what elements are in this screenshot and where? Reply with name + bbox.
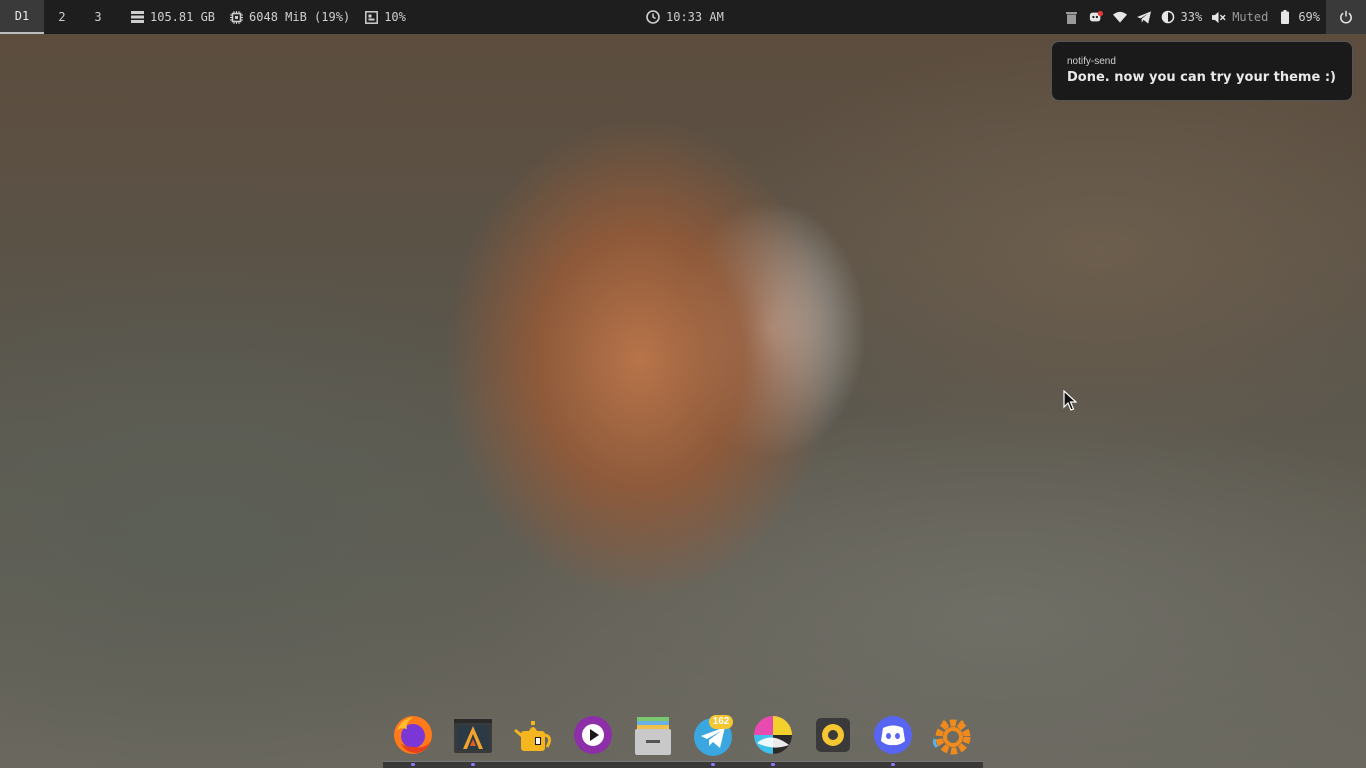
volume-value: Muted: [1232, 10, 1269, 24]
brightness-indicator[interactable]: 33%: [1161, 10, 1203, 24]
system-tray: 33% Muted 69%: [1065, 0, 1320, 34]
volume-muted-icon: [1212, 10, 1226, 24]
cpu-chip-icon: [229, 10, 243, 24]
play-icon: [574, 716, 612, 754]
running-indicator: [471, 763, 475, 766]
trash-icon[interactable]: [1065, 10, 1079, 24]
workspace-1-label: D1: [14, 9, 30, 23]
discord-icon: [874, 716, 912, 754]
memory-value: 6048 MiB (19%): [249, 10, 351, 24]
running-indicator: [411, 763, 415, 766]
dock-app-color-picker[interactable]: [751, 713, 795, 757]
color-picker-icon: [754, 716, 792, 754]
workspace-3-label: 3: [94, 10, 102, 24]
disk-usage: 105.81 GB: [130, 10, 215, 24]
memory-usage: 6048 MiB (19%): [229, 10, 350, 24]
workspace-3[interactable]: 3: [80, 0, 116, 34]
workspace-2[interactable]: 2: [44, 0, 80, 34]
power-button[interactable]: [1326, 0, 1366, 34]
dock-app-alacritty[interactable]: [451, 713, 495, 757]
battery-value: 69%: [1298, 10, 1320, 24]
disk-value: 105.81 GB: [150, 10, 216, 24]
running-indicator: [711, 763, 715, 766]
dock: 162: [383, 707, 983, 768]
wifi-icon[interactable]: [1112, 10, 1127, 24]
battery-icon: [1278, 10, 1292, 24]
dock-app-firefox[interactable]: [391, 713, 435, 757]
clock-icon: [646, 10, 660, 24]
running-indicator: [891, 763, 895, 766]
file-manager-icon: [635, 717, 671, 755]
volume-indicator[interactable]: Muted: [1212, 10, 1268, 24]
telegram-tray-icon[interactable]: [1136, 10, 1151, 24]
settings-gear-icon: [932, 719, 971, 755]
cpu-value: 10%: [384, 10, 406, 24]
dock-app-settings[interactable]: [931, 713, 975, 757]
dock-app-teapot[interactable]: [511, 713, 555, 757]
clock[interactable]: 10:33 AM: [646, 0, 724, 34]
battery-indicator[interactable]: 69%: [1278, 10, 1320, 24]
dock-app-discord[interactable]: [871, 713, 915, 757]
cpu-icon: [364, 10, 378, 24]
dock-app-music[interactable]: [811, 713, 855, 757]
brightness-value: 33%: [1180, 10, 1203, 24]
cpu-usage: 10%: [364, 10, 406, 24]
power-icon: [1339, 10, 1353, 24]
notification-popup[interactable]: notify-send Done. now you can try your t…: [1051, 41, 1353, 101]
dock-app-media-player[interactable]: [571, 713, 615, 757]
dock-app-file-manager[interactable]: [631, 713, 675, 757]
mouse-cursor-icon: [1063, 389, 1078, 416]
brightness-icon: [1161, 10, 1175, 24]
discord-tray-icon[interactable]: [1089, 10, 1103, 24]
notification-body: Done. now you can try your theme :): [1067, 70, 1336, 85]
running-indicator: [771, 763, 775, 766]
telegram-unread-badge: 162: [712, 716, 730, 727]
workspace-1[interactable]: D1: [0, 0, 44, 34]
workspace-2-label: 2: [58, 10, 66, 24]
alacritty-icon: [454, 719, 492, 753]
dock-app-telegram[interactable]: 162: [691, 713, 735, 757]
firefox-icon: [394, 716, 432, 754]
disk-icon: [130, 10, 144, 24]
teapot-icon: [514, 721, 552, 751]
notification-app-name: notify-send: [1067, 56, 1116, 67]
music-icon: [816, 718, 850, 752]
top-bar: D1 2 3 105.81 GB 6048 MiB (19%) 10% 10:3…: [0, 0, 1366, 34]
clock-value: 10:33 AM: [666, 10, 724, 24]
